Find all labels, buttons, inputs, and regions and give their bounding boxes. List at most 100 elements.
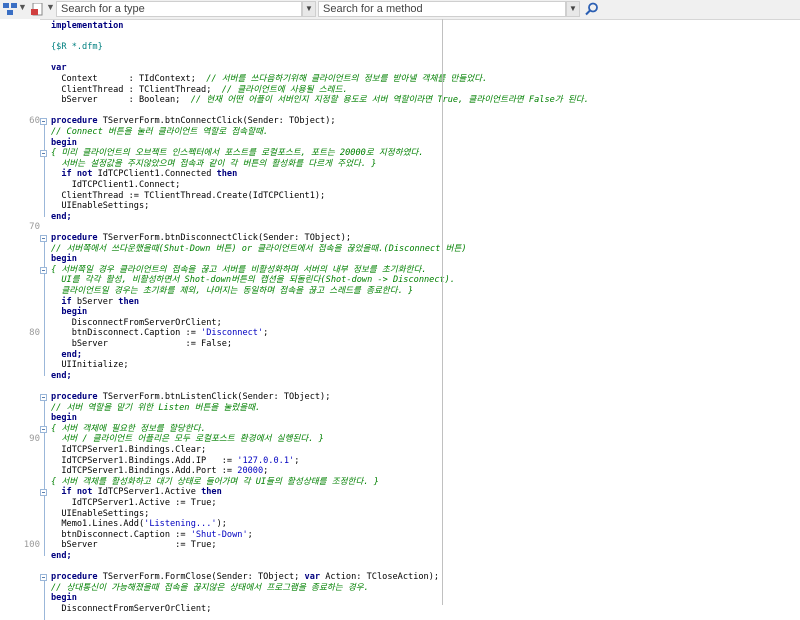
method-search-dropdown-button[interactable]: ▼ [566,1,580,17]
code-token: ClientThread := TClientThread.Create(IdT… [51,190,326,201]
fold-toggle[interactable] [40,425,47,433]
code-token: // 서버 역할을 맡기 위한 Listen 버튼을 눌렀을때. [51,402,261,413]
code-token: procedure [51,116,103,127]
code-token: ; [263,328,269,339]
code-line: 서버 / 클라이언트 어플리은 모두 로컬포스트 환경에서 실행된다. } [51,434,324,445]
code-token: then [201,487,222,498]
code-token: TServerForm.btnDisconnectClick(Sender: T… [102,233,352,243]
chevron-down-icon[interactable]: ▼ [18,2,27,12]
code-token: { 서버 객체에 필요한 정보를 할당한다. [51,423,206,434]
code-token: // 현재 어떤 어플이 서버인지 지정할 용도로 서버 역할이라면 True,… [190,95,589,106]
code-token: begin [51,593,77,604]
code-line: if not IdTCPServer1.Active then [51,487,222,498]
type-search-box[interactable] [56,1,302,17]
code-line: if bServer then [51,297,139,308]
fold-toggle[interactable] [40,235,47,242]
search-icon[interactable] [585,2,599,16]
code-line: end; [51,551,72,562]
fold-guide [44,581,45,620]
code-line: { 서버 객체에 필요한 정보를 할당한다. [51,424,206,435]
line-number: 90 [29,434,40,445]
code-token: implementation [51,21,124,31]
code-token: Memo1.Lines.Add( [51,519,145,530]
code-token: IdTCPServer1.Bindings.Add.Port := [51,466,238,477]
code-token: ; [294,455,300,466]
code-line: IdTCPServer1.Active := True; [51,498,217,509]
class-browser-icon[interactable] [3,3,17,16]
code-token: // 상대통신이 가능해졌을때 접속을 끊지않은 상태에서 프로그램을 종료하는… [51,582,369,593]
code-line: procedure TServerForm.FormClose(Sender: … [51,572,439,583]
code-line: begin [51,254,77,265]
fold-guide [44,242,45,376]
code-token: IdTCPServer1.Active := True; [51,498,217,508]
code-token: if not [61,169,98,180]
code-token: { 서버쪽일 경우 클라이언트의 접속을 끊고 서버를 비활성화하며 서버의 내… [51,264,427,275]
code-token: bServer := True; [51,540,217,551]
code-line: UIEnableSettings; [51,201,149,212]
fold-guide [44,401,45,556]
line-number: 70 [29,222,40,233]
fold-toggle[interactable] [40,118,47,126]
code-token: end; [51,370,72,381]
code-line: begin [51,307,87,318]
method-search-box[interactable] [318,1,566,17]
code-token: IdTCPServer1.Bindings.Add.IP := [51,455,238,466]
code-token: bServer := False; [51,339,233,349]
chevron-down-icon[interactable]: ▼ [46,2,55,12]
code-token: '127.0.0.1' [237,455,295,466]
code-line: procedure TServerForm.btnDisconnectClick… [51,233,351,244]
code-token: begin [61,307,88,318]
code-line: btnDisconnect.Caption := 'Shut-Down'; [51,529,252,541]
code-token: begin [51,137,77,148]
code-token: IdTCPClient1.Connect; [51,180,181,190]
code-token: btnDisconnect.Caption := [51,529,191,540]
code-line: end; [51,350,82,361]
line-number-gutter: 60 70 80 90 100 [0,19,40,605]
code-token: 서버는 설정값을 주지않았으며 접속과 같이 각 버튼의 활성화를 다르게 주었… [51,158,377,169]
fold-toggle[interactable] [40,150,47,158]
code-token: procedure [51,233,103,243]
code-line: bServer := True; [51,540,217,551]
fold-toggle[interactable] [40,574,47,582]
code-editor[interactable]: 60 70 80 90 100 implementation {$R *.dfm} var … [0,19,800,620]
code-token: var [51,63,67,74]
code-token: IdTCPServer1.Active [97,487,202,498]
code-token: IdTCPServer1.Bindings.Clear; [51,445,207,455]
code-line: bServer : Boolean; // 현재 어떤 어플이 서버인지 지정할… [51,95,589,106]
code-token: Context : TIdContext; [51,74,207,84]
fold-guide [44,125,45,217]
right-margin-line [442,19,443,605]
code-token: 서버 / 클라이언트 어플리은 모두 로컬포스트 환경에서 실행된다. } [51,434,324,445]
code-token: 클라이언트일 경우는 초기화를 제외, 나머지는 동일하며 접속을 끊고 스레드… [51,286,414,296]
document-icon[interactable] [31,3,45,16]
code-token: then [118,296,139,307]
toolbar: ▼ ▼ ▼ ▼ [0,0,800,20]
code-token: end; [51,551,72,561]
type-search-dropdown-button[interactable]: ▼ [302,1,316,17]
code-token: { 서버 객체를 활성화하고 대기 상태로 들어가며 각 UI들의 활성상태를 … [51,476,379,487]
code-token: DisconnectFromServerOrClient; [51,604,212,614]
code-line: ClientThread := TClientThread.Create(IdT… [51,191,325,202]
code-line: 클라이언트일 경우는 초기화를 제외, 나머지는 동일하며 접속을 끊고 스레드… [51,286,413,297]
code-line: {$R *.dfm} [51,42,103,53]
fold-toggle[interactable] [40,266,47,274]
code-line: IdTCPClient1.Connect; [51,180,181,191]
code-token: begin [51,413,77,424]
code-line: // Connect 버튼을 눌러 클라이언트 역할로 접속할때. [51,127,268,138]
line-number: 80 [29,328,40,339]
code-token: end; [61,349,83,360]
fold-toggle[interactable] [40,489,47,497]
method-search-input[interactable] [319,2,565,16]
fold-toggle[interactable] [40,394,47,401]
code-line: Context : TIdContext; // 서버를 쓰다음하기위해 클라이… [51,74,487,85]
code-token: TServerForm.btnConnectClick(Sender: TObj… [102,116,336,127]
code-token: var [304,572,326,583]
code-token: 'Shut-Down' [190,529,248,540]
type-search-input[interactable] [57,2,301,16]
code-token: begin [51,254,77,265]
code-token: { 미리 클라이언트의 오브젝트 인스펙터에서 포스트를 로컬포스트, 포트는 … [51,148,424,159]
line-number: 60 [29,116,40,127]
